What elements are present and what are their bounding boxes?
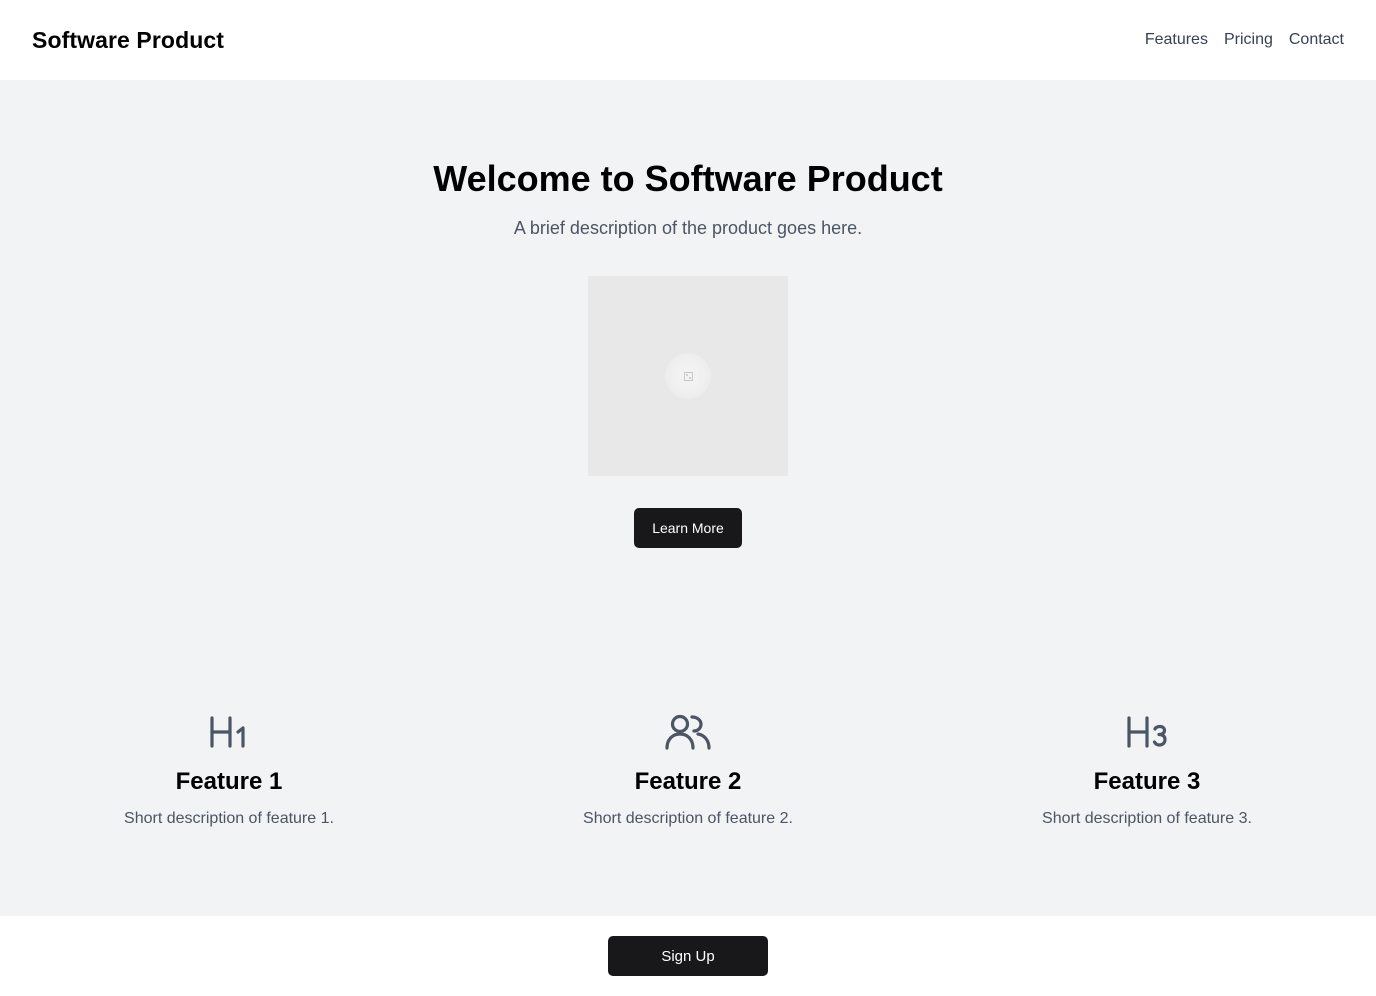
image-placeholder-icon [665, 353, 711, 399]
brand-logo-text[interactable]: Software Product [32, 27, 224, 54]
heading-1-icon [29, 710, 429, 754]
hero-description: A brief description of the product goes … [513, 218, 863, 238]
nav-link-features[interactable]: Features [1145, 31, 1208, 49]
feature-title: Feature 3 [1093, 768, 1201, 795]
feature-description: Short description of feature 1. [124, 810, 334, 827]
sign-up-button[interactable]: Sign Up [608, 936, 768, 976]
hero-image-placeholder [588, 276, 788, 476]
learn-more-button[interactable]: Learn More [634, 508, 742, 548]
feature-title: Feature 2 [634, 768, 742, 795]
site-header: Software Product Features Pricing Contac… [0, 0, 1376, 80]
site-footer: Sign Up [0, 916, 1376, 996]
main-content: Welcome to Software Product A brief desc… [0, 80, 1376, 916]
feature-card-2: Feature 2 Short description of feature 2… [488, 710, 888, 828]
feature-title: Feature 1 [175, 768, 283, 795]
feature-card-3: Feature 3 Short description of feature 3… [947, 710, 1347, 828]
nav-link-pricing[interactable]: Pricing [1224, 31, 1273, 49]
heading-3-icon [947, 710, 1347, 754]
nav-link-contact[interactable]: Contact [1289, 31, 1344, 49]
hero-title: Welcome to Software Product [433, 158, 943, 199]
feature-card-1: Feature 1 Short description of feature 1… [29, 710, 429, 828]
main-nav: Features Pricing Contact [1145, 31, 1344, 49]
users-icon [488, 710, 888, 754]
feature-description: Short description of feature 2. [583, 810, 793, 827]
feature-description: Short description of feature 3. [1042, 810, 1252, 827]
